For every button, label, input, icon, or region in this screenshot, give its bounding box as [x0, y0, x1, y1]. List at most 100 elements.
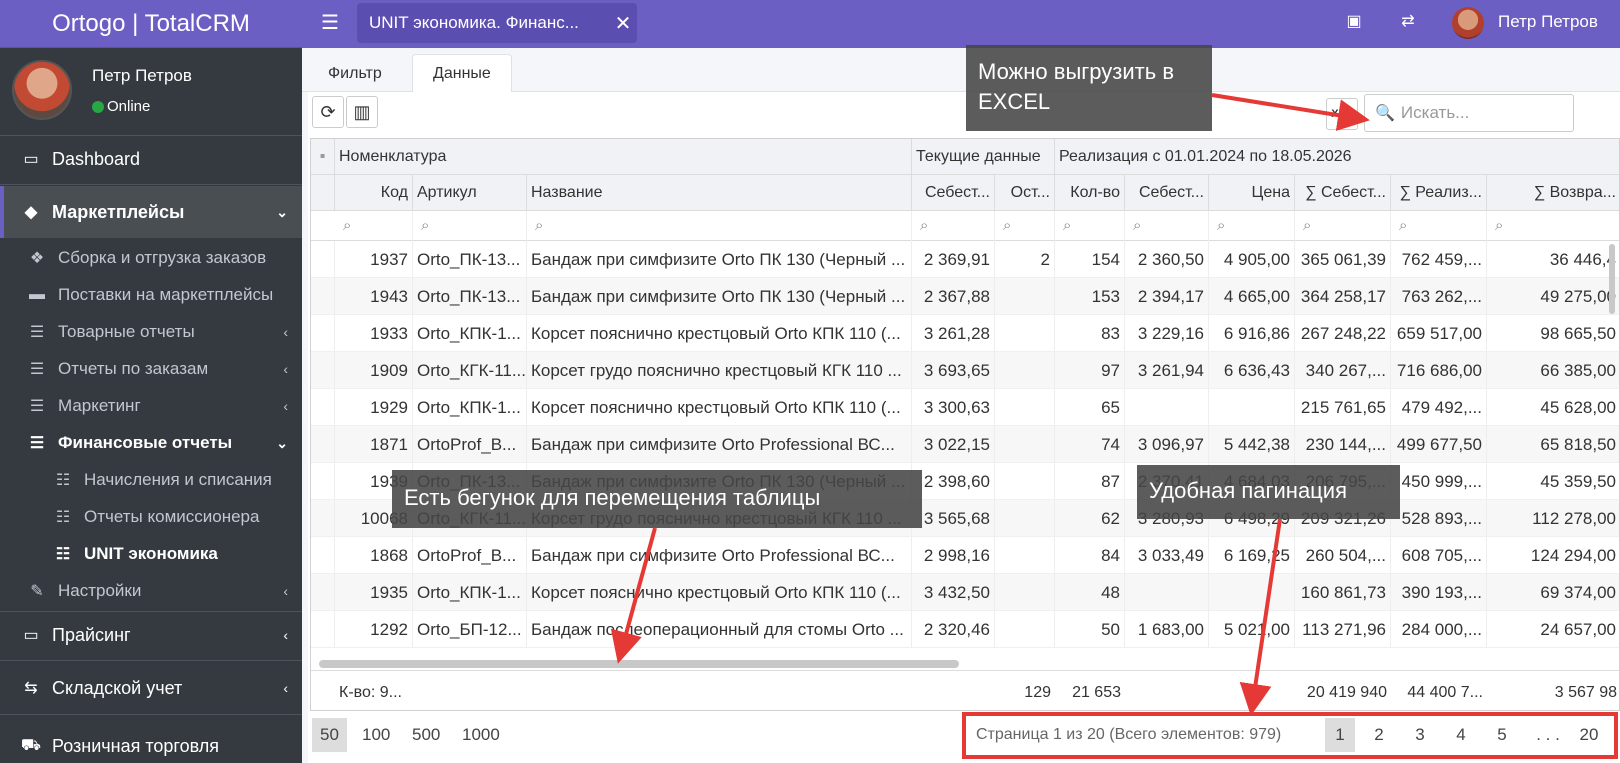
table-row[interactable]: 1868 OrtoProf_В... Бандаж при симфизите Or… [311, 537, 1619, 574]
sidebar-item-retail[interactable]: ⛟ Розничная торговля [0, 722, 302, 763]
horizontal-scrollbar[interactable] [319, 660, 959, 668]
refresh-button[interactable]: ⟳ [312, 96, 344, 128]
translate-icon[interactable]: ⇄ [1396, 10, 1420, 34]
sidebar-item-dashboard[interactable]: ▭ Dashboard [0, 136, 302, 182]
page-size-100[interactable]: 100 [354, 718, 398, 752]
sidebar-item-finance-reports[interactable]: ☰ Финансовые отчеты ⌄ [0, 425, 302, 461]
col-sum-cost-header[interactable]: ∑ Себест... [1295, 175, 1391, 211]
table-row[interactable]: 1933 Orto_КПК-1... Корсет пояснично крестц… [311, 315, 1619, 352]
sidebar-item-commissioner[interactable]: ☷ Отчеты комиссионера [0, 499, 302, 535]
close-icon[interactable]: ✕ [609, 11, 637, 36]
menu-toggle-icon[interactable]: ☰ [320, 12, 340, 34]
page-size-500[interactable]: 500 [404, 718, 448, 752]
group-header-nomenclature: Номенклатура [335, 139, 912, 175]
chevron-down-icon: ⌄ [276, 203, 288, 220]
row-spacer [311, 426, 335, 463]
chat-icon[interactable]: ▣ [1342, 10, 1366, 34]
col-cost-cell: 3 432,50 [912, 574, 995, 611]
user-name[interactable]: Петр Петров [92, 66, 192, 86]
select-all-icon[interactable]: ▪ [311, 139, 335, 175]
sidebar-item-label: Маркетинг [58, 396, 141, 415]
sidebar-item-label: Dashboard [52, 148, 141, 169]
table-row[interactable]: 1937 Orto_ПК-13... Бандаж при симфизите Or… [311, 241, 1619, 278]
table-row[interactable]: 1943 Orto_ПК-13... Бандаж при симфизите Or… [311, 278, 1619, 315]
col-qty-cell: 154 [1055, 241, 1125, 278]
sidebar-item-product-reports[interactable]: ☰ Товарные отчеты ‹ [0, 314, 302, 350]
export-excel-button[interactable]: XLS [1326, 98, 1358, 130]
tab-filter[interactable]: Фильтр [308, 54, 402, 93]
filter-search-icon[interactable]: ⌕ [1125, 211, 1209, 241]
filter-search-icon[interactable]: ⌕ [912, 211, 995, 241]
filter-search-icon[interactable]: ⌕ [335, 211, 413, 241]
chevron-left-icon: ‹ [283, 680, 288, 696]
filter-search-icon[interactable]: ⌕ [1209, 211, 1295, 241]
sidebar-item-pricing[interactable]: ▭ Прайсинг ‹ [0, 612, 302, 658]
brand-logo[interactable]: Ortogo | TotalCRM [0, 0, 302, 48]
col-sum-sales-header[interactable]: ∑ Реализ... [1391, 175, 1487, 211]
sidebar-item-label: Складской учет [52, 677, 183, 698]
table-row[interactable]: 1871 OrtoProf_В... Бандаж при симфизите Or… [311, 426, 1619, 463]
col-stock-cell [995, 463, 1055, 500]
sidebar-item-warehouse[interactable]: ⇆ Складской учет ‹ [0, 664, 302, 712]
table-row[interactable]: 1929 Orto_КПК-1... Корсет пояснично крестц… [311, 389, 1619, 426]
col-qty-header[interactable]: Кол-во [1055, 175, 1125, 211]
avatar[interactable] [1452, 7, 1484, 39]
search-input[interactable]: 🔍 Искать... [1364, 94, 1574, 132]
sidebar-item-supplies[interactable]: ▬ Поставки на маркетплейсы [0, 277, 302, 313]
vertical-scrollbar[interactable] [1609, 244, 1615, 314]
table-row[interactable]: 1292 Orto_БП-12... Бандаж послеоперационны… [311, 611, 1619, 648]
column-chooser-button[interactable]: ▥ [346, 96, 378, 128]
filter-search-icon[interactable]: ⌕ [1487, 211, 1619, 241]
col-cost-header[interactable]: Себест... [912, 175, 995, 211]
sidebar-item-unit-economics[interactable]: ☷ UNIT экономика [0, 536, 302, 572]
col-stock-cell: 2 [995, 241, 1055, 278]
user-status-label: Online [107, 98, 151, 115]
list-icon: ☰ [29, 435, 45, 452]
sidebar-item-marketing[interactable]: ☰ Маркетинг ‹ [0, 388, 302, 424]
sidebar-item-assembly[interactable]: ❖ Сборка и отгрузка заказов [0, 240, 302, 276]
filter-search-icon[interactable]: ⌕ [1391, 211, 1487, 241]
col-sum-returns-cell: 112 278,00 [1487, 500, 1619, 537]
col-cost2-header[interactable]: Себест... [1125, 175, 1209, 211]
sidebar-item-label: Сборка и отгрузка заказов [58, 248, 267, 267]
col-name-header[interactable]: Название [527, 175, 912, 211]
col-sum-returns-header[interactable]: ∑ Возвра... [1487, 175, 1619, 211]
annotation-excel: Можно выгрузить в EXCEL [966, 45, 1212, 131]
sidebar-item-charges[interactable]: ☷ Начисления и списания [0, 462, 302, 498]
header-user-name[interactable]: Петр Петров [1498, 12, 1598, 32]
col-sum-returns-cell: 45 359,50 [1487, 463, 1619, 500]
col-sum-returns-cell: 49 275,00 [1487, 278, 1619, 315]
divider [0, 184, 302, 185]
col-price-header[interactable]: Цена [1209, 175, 1295, 211]
filter-search-icon[interactable]: ⌕ [995, 211, 1055, 241]
col-article-header[interactable]: Артикул [413, 175, 527, 211]
filter-search-icon[interactable]: ⌕ [1055, 211, 1125, 241]
sidebar-item-order-reports[interactable]: ☰ Отчеты по заказам ‹ [0, 351, 302, 387]
data-grid: ▪ Номенклатура Текущие данные Реализация… [310, 138, 1620, 711]
sidebar-item-settings[interactable]: ✎ Настройки ‹ [0, 573, 302, 609]
col-price-cell: 6 916,86 [1209, 315, 1295, 352]
filter-search-icon[interactable]: ⌕ [527, 211, 912, 241]
pagination-highlight [962, 712, 1618, 759]
filter-search-icon[interactable]: ⌕ [413, 211, 527, 241]
col-stock-header[interactable]: Ост... [995, 175, 1055, 211]
page-size-1000[interactable]: 1000 [454, 718, 508, 752]
table-row[interactable]: 1909 Orto_КГК-11... Корсет грудо пояснично… [311, 352, 1619, 389]
page-size-50[interactable]: 50 [312, 718, 347, 752]
list-icon: ☷ [55, 509, 71, 526]
tab-data[interactable]: Данные [412, 54, 512, 93]
col-code-header[interactable]: Код [335, 175, 413, 211]
sidebar-item-marketplaces[interactable]: ◆ Маркетплейсы ⌄ [0, 186, 302, 238]
user-avatar [12, 60, 72, 120]
header-spacer [311, 175, 335, 211]
table-row[interactable]: 1935 Orto_КПК-1... Корсет пояснично крестц… [311, 574, 1619, 611]
filter-search-icon[interactable]: ⌕ [1295, 211, 1391, 241]
document-tab[interactable]: UNIT экономика. Финанс... ✕ [357, 3, 637, 43]
col-cost2-cell [1125, 389, 1209, 426]
col-article-cell: Orto_КПК-1... [413, 389, 527, 426]
col-sum-cost-cell: 365 061,39 [1295, 241, 1391, 278]
col-sum-sales-cell: 450 999,... [1391, 463, 1487, 500]
group-header-sales: Реализация с 01.01.2024 по 18.05.2026 [1059, 148, 1352, 165]
sidebar-item-label: Отчеты по заказам [58, 359, 209, 378]
col-cost2-cell: 3 229,16 [1125, 315, 1209, 352]
